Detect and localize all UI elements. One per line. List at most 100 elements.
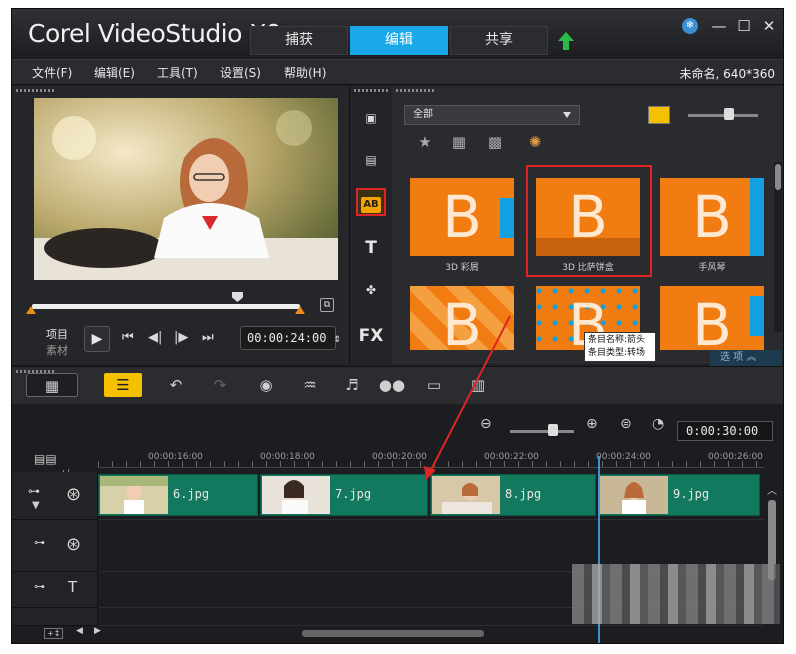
clip-name: 6.jpg: [173, 487, 210, 501]
ripple-edit-icon[interactable]: ⊶: [34, 536, 45, 549]
storyboard-view-icon[interactable]: ▦: [26, 373, 78, 397]
undo-icon[interactable]: ↶: [162, 373, 190, 397]
menu-tools[interactable]: 工具(T): [157, 64, 198, 81]
title-track-icon[interactable]: T: [68, 578, 77, 596]
transition-thumb[interactable]: B: [660, 178, 764, 256]
clip-name: 7.jpg: [335, 487, 372, 501]
menu-edit[interactable]: 编辑(E): [94, 64, 135, 81]
multi-trim-icon[interactable]: ▥: [464, 373, 492, 397]
help-icon[interactable]: ❄: [682, 18, 698, 34]
ruler-ticklines: [98, 461, 764, 467]
video-track[interactable]: 6.jpg 7.jpg 8.jpg 9.jpg: [98, 472, 764, 520]
graphic-icon[interactable]: ✤: [356, 276, 386, 304]
library-grip[interactable]: [396, 89, 436, 92]
clip-thumbnail: [100, 476, 168, 514]
timecode-field[interactable]: 00:00:24:00 ⇕: [240, 326, 341, 350]
minimize-icon[interactable]: —: [709, 17, 729, 35]
get-more-icon[interactable]: ✺: [524, 133, 546, 153]
timeline-hscroll[interactable]: [302, 630, 484, 637]
timeline-toolbar: ▦ ☰ ↶ ↷ ◉ ♒ ♬ ●● ▭ ▥: [12, 366, 783, 404]
timeline-ruler[interactable]: 00:00:16:00 00:00:18:00 00:00:20:00 00:0…: [98, 446, 764, 468]
auto-music-icon[interactable]: ♬: [338, 373, 366, 397]
add-favorite-icon[interactable]: ★: [414, 133, 436, 153]
library-view-icon[interactable]: [648, 106, 670, 124]
tab-share[interactable]: 共享: [450, 26, 548, 55]
menu-file[interactable]: 文件(F): [32, 64, 72, 81]
mark-out-icon[interactable]: [295, 306, 305, 314]
ripple-edit-icon[interactable]: ⊶: [34, 580, 45, 593]
zoom-fit-icon[interactable]: +↕: [44, 628, 64, 639]
timeline-clip[interactable]: 8.jpg: [430, 474, 596, 516]
scrubber-handle[interactable]: [232, 292, 243, 302]
instant-project-icon[interactable]: ▤: [356, 146, 386, 174]
redo-icon[interactable]: ↷: [206, 373, 234, 397]
play-button[interactable]: ▶: [84, 326, 110, 352]
options-label: 选 项: [720, 352, 744, 363]
options-button[interactable]: 选 项 ︽: [710, 350, 782, 366]
thumbnail-zoom-knob[interactable]: [724, 108, 734, 120]
media-icon[interactable]: ▣: [356, 104, 386, 132]
ripple-edit-icon[interactable]: ⊶: [28, 484, 40, 498]
transition-ab-icon[interactable]: AB: [356, 188, 386, 216]
apply-current-icon[interactable]: ▩: [484, 133, 506, 153]
thumb-label: 3D 彩屑: [445, 263, 479, 273]
menu-settings[interactable]: 设置(S): [220, 64, 261, 81]
clip-name: 8.jpg: [505, 487, 542, 501]
panel-grip[interactable]: [16, 89, 56, 92]
tooltip-name: 条目名称:箭头: [588, 335, 646, 345]
zoom-out-icon[interactable]: ⊖: [480, 416, 492, 432]
close-icon[interactable]: ✕: [759, 17, 779, 35]
videostudio-window: Corel VideoStudio X9 捕获 编辑 共享 ❄ — ☐ ✕ 文件…: [11, 8, 784, 644]
overlay-track-icon[interactable]: ⊛: [66, 534, 81, 555]
expand-preview-icon[interactable]: ⧉: [320, 298, 334, 312]
scroll-right-icon[interactable]: ▶: [94, 626, 101, 636]
tab-capture[interactable]: 捕获: [250, 26, 348, 55]
filter-fx-icon[interactable]: FX: [356, 322, 386, 350]
library-scrollbar[interactable]: [774, 162, 782, 332]
fit-project-icon[interactable]: ⊜: [620, 416, 632, 432]
scroll-left-icon[interactable]: ◀: [76, 626, 83, 636]
menu-help[interactable]: 帮助(H): [284, 64, 326, 81]
thumbnail-zoom-track[interactable]: [688, 114, 758, 117]
mode-project[interactable]: 项目: [46, 326, 68, 342]
apply-random-icon[interactable]: ▦: [448, 133, 470, 153]
library-scroll-thumb[interactable]: [775, 164, 781, 190]
timeline-clip[interactable]: 6.jpg: [98, 474, 258, 516]
sound-mixer-icon[interactable]: ♒: [296, 373, 324, 397]
timeline-zoom-track[interactable]: [510, 430, 574, 433]
maximize-icon[interactable]: ☐: [734, 17, 754, 35]
track-manager-icon[interactable]: ▤▤: [34, 452, 57, 466]
zoom-in-icon[interactable]: ⊕: [586, 416, 598, 432]
transition-thumb[interactable]: B: [410, 178, 514, 256]
thumb-letter: B: [442, 291, 482, 350]
timeline-view-icon[interactable]: ☰: [104, 373, 142, 397]
video-track-icon[interactable]: ⊛: [66, 484, 81, 505]
thumb-label: 3D 比萨饼盒: [562, 263, 614, 273]
home-icon[interactable]: ⏮: [122, 330, 134, 345]
clip-thumbnail: [600, 476, 668, 514]
title-t-icon[interactable]: T: [356, 234, 386, 262]
scrub-bar[interactable]: [32, 304, 300, 309]
mode-clip[interactable]: 素材: [46, 342, 68, 358]
record-capture-icon[interactable]: ◉: [252, 373, 280, 397]
thumb-accent: [750, 178, 764, 256]
sidebar-grip[interactable]: [354, 89, 388, 92]
prev-frame-icon[interactable]: ◀|: [148, 330, 162, 345]
motion-tracking-icon[interactable]: ●●: [378, 373, 406, 397]
scroll-up-icon[interactable]: ︿: [767, 482, 777, 497]
timeline-clip[interactable]: 7.jpg: [260, 474, 428, 516]
timeline-clip[interactable]: 9.jpg: [598, 474, 760, 516]
tab-edit[interactable]: 编辑: [350, 26, 448, 55]
thumb-label: 手风琴: [698, 263, 726, 273]
transition-thumb[interactable]: B: [410, 286, 514, 350]
timeline-zoom-knob[interactable]: [548, 424, 558, 436]
end-icon[interactable]: ⏭: [202, 330, 214, 345]
category-dropdown[interactable]: 全部: [404, 105, 580, 125]
transition-thumb[interactable]: B: [660, 286, 764, 350]
track-dropdown-icon[interactable]: ▼: [32, 500, 40, 511]
upload-arrow-icon[interactable]: [557, 31, 575, 51]
mark-in-icon[interactable]: [26, 306, 36, 314]
next-frame-icon[interactable]: |▶: [174, 330, 188, 345]
subtitle-editor-icon[interactable]: ▭: [420, 373, 448, 397]
thumb-letter: B: [692, 291, 732, 350]
